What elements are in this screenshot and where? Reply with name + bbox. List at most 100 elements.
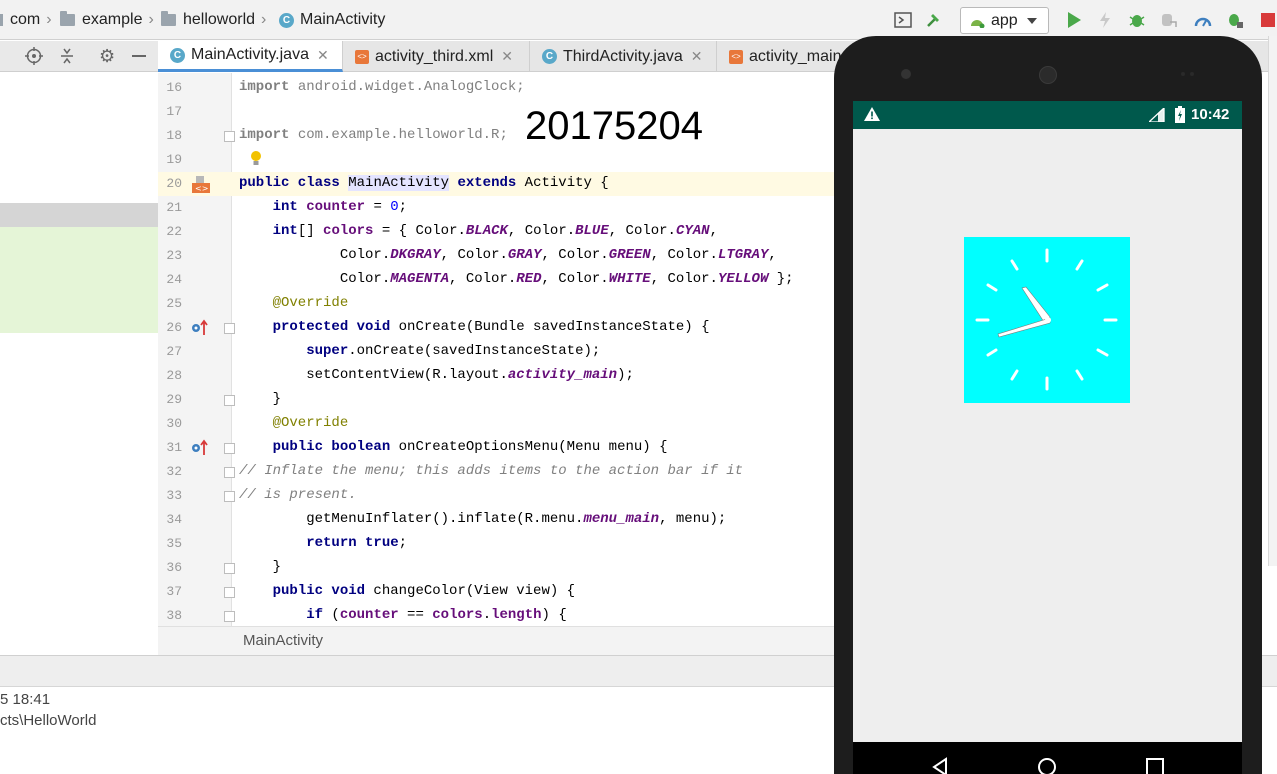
fold-icon[interactable] [224, 323, 235, 334]
fold-icon[interactable] [224, 443, 235, 454]
fold-icon[interactable] [224, 587, 235, 598]
earpiece-speaker [1039, 66, 1057, 84]
front-camera [901, 69, 911, 79]
code-editor[interactable]: 16 import android.widget.AnalogClock; 17… [158, 73, 836, 626]
recents-icon[interactable] [1145, 757, 1165, 774]
status-time: 10:42 [1191, 106, 1230, 123]
fold-icon[interactable] [224, 131, 235, 142]
locate-target-icon[interactable] [25, 47, 43, 70]
code-line[interactable]: 38 if (counter == colors.length) { [158, 604, 836, 626]
tab-mainactivity-java[interactable]: C MainActivity.java ✕ [158, 41, 343, 72]
chevron-right-icon: › [46, 11, 52, 28]
code-line[interactable]: 26 protected void onCreate(Bundle savedI… [158, 316, 836, 340]
modified-tree-rows[interactable] [0, 227, 158, 333]
chevron-right-icon: › [261, 11, 267, 28]
proximity-sensor [1181, 72, 1185, 76]
analog-clock[interactable] [964, 237, 1130, 403]
lightbulb-icon[interactable] [249, 150, 263, 173]
minimize-icon[interactable] [132, 55, 146, 57]
build-hammer-icon[interactable] [924, 10, 944, 30]
class-icon: C [170, 47, 185, 63]
code-line[interactable]: 22 int[] colors = { Color.BLACK, Color.B… [158, 220, 836, 244]
tool-window-header: ⚙ [0, 41, 158, 72]
editor-scrollbar[interactable] [1268, 36, 1277, 566]
android-navigation-bar [853, 742, 1242, 774]
layout-link-icon[interactable]: <> [191, 175, 211, 198]
fold-icon[interactable] [224, 563, 235, 574]
folder-icon [0, 14, 3, 26]
log-time: 5 18:41 [0, 691, 51, 708]
editor-breadcrumb[interactable]: MainActivity [158, 626, 836, 655]
android-status-bar: 10:42 [853, 101, 1242, 129]
close-icon[interactable]: ✕ [691, 48, 703, 65]
code-line[interactable]: 35 return true; [158, 532, 836, 556]
code-line[interactable]: 34 getMenuInflater().inflate(R.menu.menu… [158, 508, 836, 532]
collapse-all-icon[interactable] [58, 47, 76, 70]
emulator-device-frame: 10:42 [834, 36, 1262, 774]
class-icon: C [542, 49, 557, 64]
code-line[interactable]: 28 setContentView(R.layout.activity_main… [158, 364, 836, 388]
close-icon[interactable]: ✕ [501, 48, 513, 65]
folder-icon [161, 11, 176, 26]
code-line[interactable]: 18 import com.example.helloworld.R; [158, 124, 836, 148]
attach-debugger-icon[interactable] [1159, 10, 1179, 30]
gear-icon[interactable]: ⚙ [99, 46, 115, 67]
code-line[interactable]: 21 int counter = 0; [158, 196, 836, 220]
xml-file-icon: <> [729, 49, 743, 64]
code-line-current[interactable]: 20 <> public class MainActivity extends … [158, 172, 836, 196]
home-icon[interactable] [1037, 757, 1057, 774]
code-line[interactable]: 23 Color.DKGRAY, Color.GRAY, Color.GREEN… [158, 244, 836, 268]
breadcrumb-item-helloworld[interactable]: helloworld › [161, 10, 266, 30]
log-path: cts\HelloWorld [0, 712, 97, 729]
stop-icon[interactable] [1258, 10, 1277, 30]
code-line[interactable]: 32 // Inflate the menu; this adds items … [158, 460, 836, 484]
light-sensor [1190, 72, 1194, 76]
code-line[interactable]: 37 public void changeColor(View view) { [158, 580, 836, 604]
battery-charging-icon [1175, 106, 1185, 128]
code-line[interactable]: 33 // is present. [158, 484, 836, 508]
run-icon[interactable] [1064, 10, 1084, 30]
svg-text:<>: <> [195, 184, 208, 193]
run-configuration-select[interactable]: app [960, 7, 1049, 34]
chevron-down-icon [1026, 17, 1037, 24]
fold-icon[interactable] [224, 395, 235, 406]
code-line[interactable]: 30 @Override [158, 412, 836, 436]
override-up-arrow-icon[interactable] [191, 439, 209, 460]
breadcrumb-item-mainactivity[interactable]: C MainActivity [279, 10, 385, 30]
code-line[interactable]: 19 [158, 148, 836, 172]
emulator-screen[interactable]: 10:42 [853, 101, 1242, 774]
code-line[interactable]: 16 import android.widget.AnalogClock; [158, 76, 836, 100]
tab-thirdactivity-java[interactable]: C ThirdActivity.java ✕ [530, 41, 717, 72]
code-line[interactable]: 31 public boolean onCreateOptionsMenu(Me… [158, 436, 836, 460]
override-up-arrow-icon[interactable] [191, 319, 209, 340]
code-line[interactable]: 29 } [158, 388, 836, 412]
code-line[interactable]: 27 super.onCreate(savedInstanceState); [158, 340, 836, 364]
clock-face-icon [975, 248, 1118, 391]
project-tool-window: ⚙ [0, 41, 158, 655]
code-line[interactable]: 17 [158, 100, 836, 124]
code-line[interactable]: 36 } [158, 556, 836, 580]
breadcrumb-item-com[interactable]: com › [0, 10, 52, 30]
selected-tree-row[interactable] [0, 203, 158, 227]
folder-icon [60, 11, 75, 26]
layout-icon[interactable] [893, 10, 913, 30]
fold-icon[interactable] [224, 467, 235, 478]
breadcrumb-item-example[interactable]: example › [60, 10, 154, 30]
fold-icon[interactable] [224, 611, 235, 622]
apply-changes-icon[interactable] [1095, 10, 1115, 30]
profiler-icon[interactable] [1193, 10, 1213, 30]
fold-icon[interactable] [224, 491, 235, 502]
debug-attach-icon[interactable] [1225, 10, 1245, 30]
android-icon [969, 14, 985, 28]
close-icon[interactable]: ✕ [317, 47, 329, 64]
student-id-overlay: 20175204 [525, 104, 703, 148]
code-line[interactable]: 25 @Override [158, 292, 836, 316]
navigation-toolbar: com › example › helloworld › C MainActivity… [0, 0, 1277, 40]
warning-icon [864, 107, 880, 126]
back-icon[interactable] [930, 757, 950, 774]
tab-activity-third-xml[interactable]: <> activity_third.xml ✕ [343, 41, 530, 72]
debug-icon[interactable] [1127, 10, 1147, 30]
run-config-label: app [991, 11, 1018, 29]
class-icon: C [279, 12, 294, 28]
code-line[interactable]: 24 Color.MAGENTA, Color.RED, Color.WHITE… [158, 268, 836, 292]
